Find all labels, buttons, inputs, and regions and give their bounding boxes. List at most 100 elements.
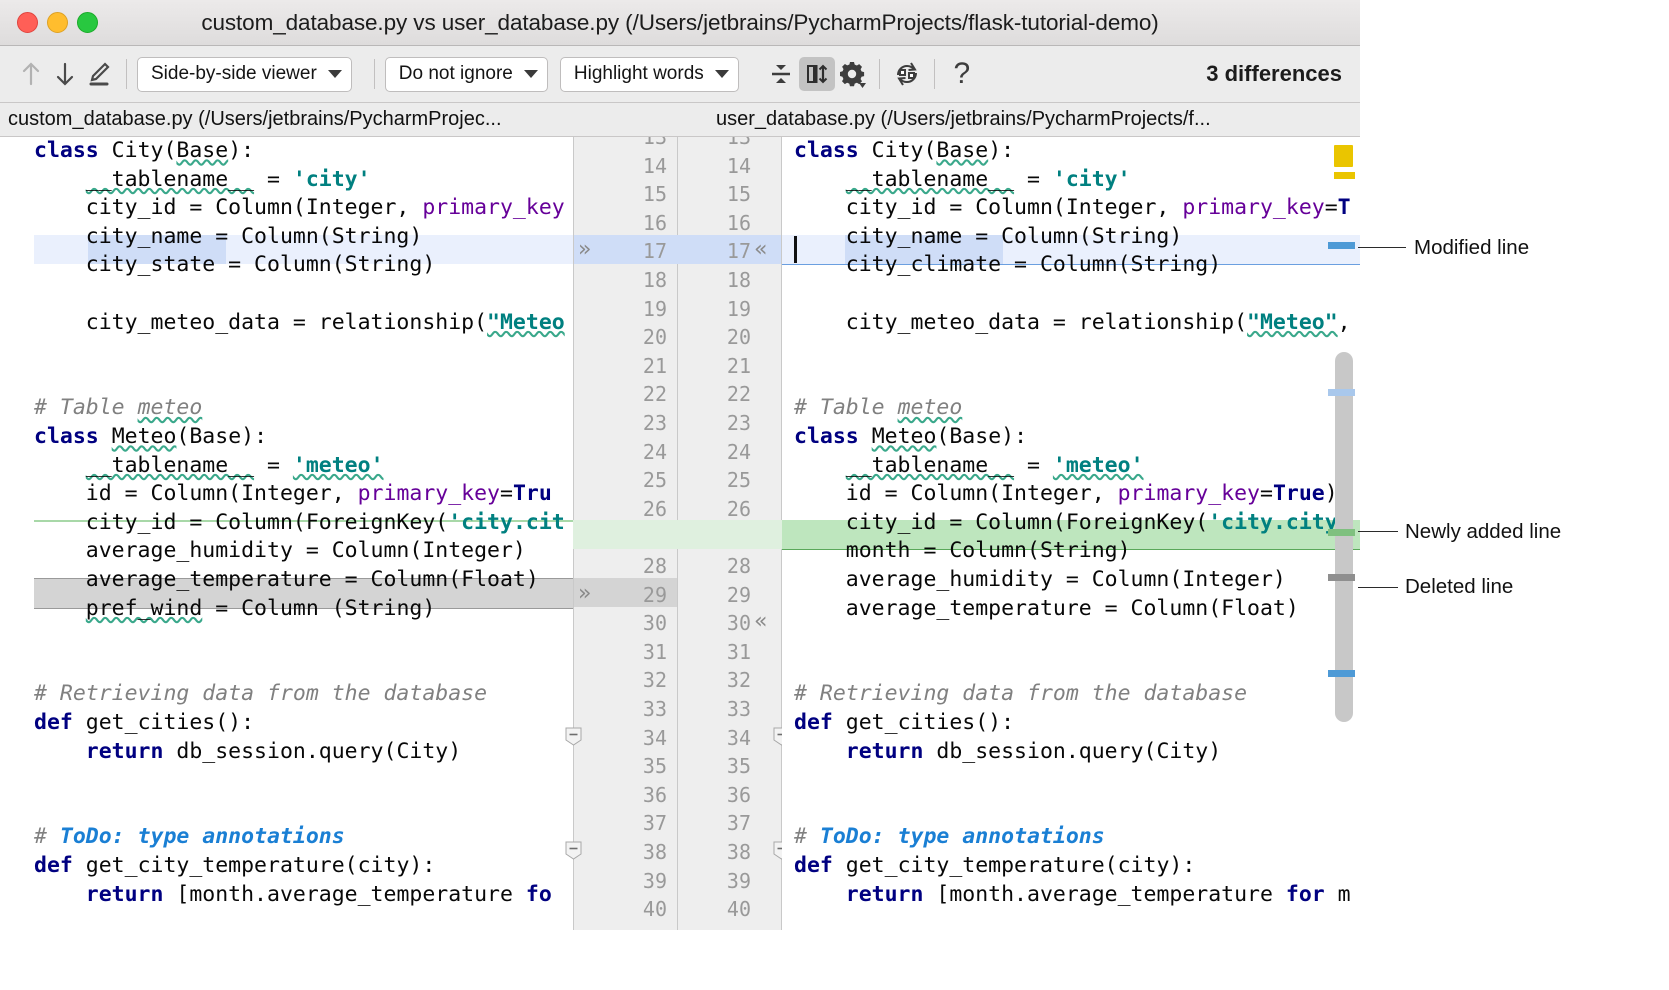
highlight-mode-dropdown[interactable]: Highlight words bbox=[560, 57, 739, 92]
line-number: 24 bbox=[602, 438, 667, 467]
right-file-header: user_database.py (/Users/jetbrains/Pycha… bbox=[698, 103, 1360, 136]
refresh-icon[interactable] bbox=[890, 57, 924, 91]
right-scrollbar-thumb[interactable] bbox=[1335, 352, 1353, 722]
diff-connector-added bbox=[573, 520, 782, 549]
chevron-down-icon bbox=[524, 70, 538, 78]
right-change-marker-bar[interactable] bbox=[1326, 137, 1360, 930]
line-number: 18 bbox=[602, 266, 667, 295]
modified-marker-3[interactable] bbox=[1328, 670, 1355, 677]
ignore-mode-label: Do not ignore bbox=[399, 63, 513, 85]
annotation-leader-modified bbox=[1358, 247, 1406, 248]
diff-body: class City(Base): __tablename__ = 'city'… bbox=[0, 137, 1360, 930]
line-number: 40 bbox=[602, 895, 667, 924]
code-line: def get_city_temperature(city): bbox=[34, 852, 435, 881]
line-number: 17 bbox=[686, 237, 751, 266]
line-number: 16 bbox=[686, 209, 751, 238]
fold-marker-icon[interactable] bbox=[565, 727, 582, 746]
code-line: __tablename__ = 'meteo' bbox=[794, 452, 1144, 481]
chevron-down-icon bbox=[328, 70, 342, 78]
viewer-mode-dropdown[interactable]: Side-by-side viewer bbox=[137, 57, 352, 92]
line-number: 29 bbox=[686, 581, 751, 610]
apply-left-arrow-icon[interactable]: « bbox=[754, 237, 767, 266]
line-number: 20 bbox=[686, 323, 751, 352]
warning-marker[interactable] bbox=[1334, 145, 1353, 167]
toolbar-divider bbox=[126, 59, 127, 89]
line-number: 22 bbox=[686, 380, 751, 409]
code-line: # Table meteo bbox=[794, 394, 962, 423]
next-difference-icon[interactable] bbox=[48, 57, 82, 91]
code-line: return [month.average_temperature for m bbox=[794, 881, 1351, 910]
toolbar-divider-3 bbox=[879, 59, 880, 89]
apply-left-arrow-icon[interactable]: « bbox=[754, 609, 767, 638]
code-line: average_temperature = Column(Float) bbox=[34, 566, 539, 595]
code-line: class City(Base): bbox=[34, 137, 254, 166]
code-line: pref_wind = Column (String) bbox=[34, 595, 435, 624]
apply-right-arrow-icon[interactable]: » bbox=[578, 237, 591, 266]
line-number: 31 bbox=[686, 638, 751, 667]
right-code-pane[interactable]: class City(Base): __tablename__ = 'city'… bbox=[782, 137, 1360, 930]
collapse-unchanged-icon[interactable] bbox=[763, 57, 799, 91]
code-line: month = Column(String) bbox=[794, 537, 1131, 566]
line-number: 28 bbox=[602, 552, 667, 581]
line-number: 20 bbox=[602, 323, 667, 352]
code-line: __tablename__ = 'city' bbox=[34, 166, 371, 195]
synchronize-scrolling-icon[interactable] bbox=[799, 57, 835, 91]
line-number: 24 bbox=[686, 438, 751, 467]
line-number: 36 bbox=[686, 781, 751, 810]
line-number: 37 bbox=[686, 809, 751, 838]
code-line: city_meteo_data = relationship("Meteo", bbox=[794, 309, 1351, 338]
code-line: # Retrieving data from the database bbox=[794, 680, 1247, 709]
settings-gear-icon[interactable] bbox=[835, 57, 869, 91]
line-number: 19 bbox=[602, 295, 667, 324]
line-number: 13 bbox=[686, 137, 751, 152]
code-line: city_name = Column(String) bbox=[794, 223, 1182, 252]
deleted-marker[interactable] bbox=[1328, 574, 1355, 581]
line-number: 40 bbox=[686, 895, 751, 924]
modified-marker-2[interactable] bbox=[1328, 389, 1355, 396]
line-number: 22 bbox=[602, 380, 667, 409]
line-number: 33 bbox=[602, 695, 667, 724]
code-line: # ToDo: type annotations bbox=[794, 823, 1105, 852]
left-code-pane[interactable]: class City(Base): __tablename__ = 'city'… bbox=[0, 137, 573, 930]
line-number: 41 bbox=[602, 924, 667, 930]
line-number: 25 bbox=[686, 466, 751, 495]
code-line: city_meteo_data = relationship("Meteo bbox=[34, 309, 565, 338]
code-line: class City(Base): bbox=[794, 137, 1014, 166]
line-number: 25 bbox=[602, 466, 667, 495]
code-line: id = Column(Integer, primary_key=True) bbox=[794, 480, 1338, 509]
line-number: 35 bbox=[602, 752, 667, 781]
fold-marker-icon[interactable] bbox=[565, 841, 582, 860]
toolbar-divider-2 bbox=[374, 59, 375, 89]
line-number: 14 bbox=[602, 152, 667, 181]
window-titlebar: custom_database.py vs user_database.py (… bbox=[0, 0, 1360, 46]
code-line: city_id = Column(Integer, primary_key=T bbox=[794, 194, 1351, 223]
line-number: 30 bbox=[686, 609, 751, 638]
added-marker[interactable] bbox=[1328, 529, 1355, 536]
line-number: 19 bbox=[686, 295, 751, 324]
modified-marker-1[interactable] bbox=[1328, 242, 1355, 249]
ignore-mode-dropdown[interactable]: Do not ignore bbox=[385, 57, 548, 92]
line-number: 34 bbox=[686, 724, 751, 753]
line-number: 21 bbox=[686, 352, 751, 381]
left-file-header: custom_database.py (/Users/jetbrains/Pyc… bbox=[0, 103, 698, 136]
line-number: 32 bbox=[602, 666, 667, 695]
code-line: return db_session.query(City) bbox=[794, 738, 1221, 767]
line-number: 15 bbox=[602, 180, 667, 209]
diff-viewer-screen: custom_database.py vs user_database.py (… bbox=[0, 0, 1669, 990]
apply-right-arrow-icon[interactable]: » bbox=[578, 581, 591, 610]
line-number: 17 bbox=[602, 237, 667, 266]
help-icon[interactable]: ? bbox=[945, 57, 979, 91]
edit-source-icon[interactable] bbox=[82, 57, 116, 91]
code-line: city_state = Column(String) bbox=[34, 251, 435, 280]
highlight-mode-label: Highlight words bbox=[574, 63, 704, 85]
annotation-deleted-line: Deleted line bbox=[1405, 575, 1513, 599]
previous-difference-icon[interactable] bbox=[14, 57, 48, 91]
line-number: 38 bbox=[686, 838, 751, 867]
file-headers: custom_database.py (/Users/jetbrains/Pyc… bbox=[0, 103, 1360, 137]
chevron-down-icon bbox=[715, 70, 729, 78]
code-line: city_id = Column(Integer, primary_key bbox=[34, 194, 565, 223]
annotation-leader-added bbox=[1358, 531, 1398, 532]
code-line: class Meteo(Base): bbox=[794, 423, 1027, 452]
warning-stripe bbox=[1334, 172, 1355, 179]
code-line: # Table meteo bbox=[34, 394, 202, 423]
